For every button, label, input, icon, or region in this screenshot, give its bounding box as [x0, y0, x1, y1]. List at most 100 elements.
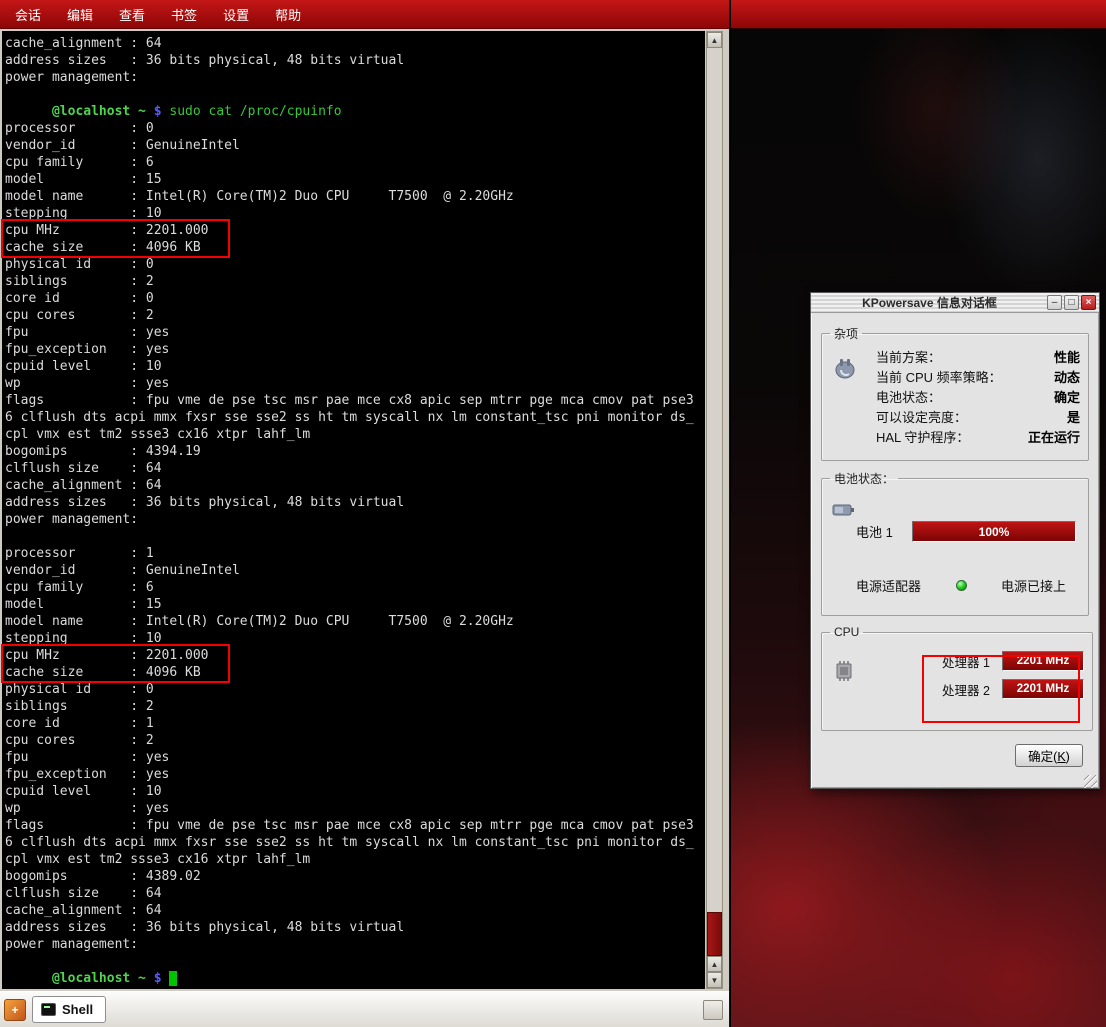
terminal-line: wp : yes: [5, 375, 705, 392]
kpowersave-dialog: KPowersave 信息对话框 – □ × 杂项 当前方案：性能当前 CPU …: [810, 292, 1100, 789]
tab-shell-label: Shell: [62, 1002, 93, 1017]
menu-item-settings[interactable]: 设置: [210, 0, 262, 28]
scroll-down-icon[interactable]: ▼: [707, 972, 722, 988]
terminal-line: processor : 0: [5, 120, 705, 137]
scroll-up-icon[interactable]: ▲: [707, 32, 722, 48]
processor-row: 处理器 12201 MHz: [942, 649, 1084, 673]
processor-frequency-bar: 2201 MHz: [1002, 651, 1084, 671]
terminal-line: cache size : 4096 KB: [5, 239, 705, 256]
tab-shell[interactable]: Shell: [32, 996, 106, 1023]
close-button[interactable]: ×: [1081, 295, 1096, 310]
kpowersave-icon: [832, 356, 858, 382]
terminal-line: cpuid level : 10: [5, 783, 705, 800]
terminal-line: clflush size : 64: [5, 885, 705, 902]
terminal-line: flags : fpu vme de pse tsc msr pae mce c…: [5, 817, 705, 834]
info-value: 正在运行: [1028, 428, 1080, 448]
terminal-line: cpu cores : 2: [5, 307, 705, 324]
terminal-menubar: 会话编辑查看书签设置帮助: [0, 0, 729, 29]
minimize-button[interactable]: –: [1047, 295, 1062, 310]
info-row: 电池状态：确定: [876, 388, 1080, 408]
group-cpu-legend: CPU: [830, 625, 863, 639]
terminal-frame: cache_alignment : 64address sizes : 36 b…: [0, 29, 729, 991]
menu-item-session[interactable]: 会话: [2, 0, 54, 28]
terminal-line: cpu family : 6: [5, 579, 705, 596]
scrollbar-track[interactable]: [707, 48, 722, 956]
scroll-up-icon-bottom[interactable]: ▲: [707, 956, 722, 972]
session-list-button[interactable]: [703, 1000, 723, 1020]
terminal-line: fpu_exception : yes: [5, 766, 705, 783]
maximize-button[interactable]: □: [1064, 295, 1079, 310]
new-session-button[interactable]: +: [4, 999, 26, 1021]
terminal-line: bogomips : 4394.19: [5, 443, 705, 460]
terminal-line: vendor_id : GenuineIntel: [5, 562, 705, 579]
terminal-line: vendor_id : GenuineIntel: [5, 137, 705, 154]
prompt-segment: [5, 971, 52, 986]
terminal-line: cache size : 4096 KB: [5, 664, 705, 681]
terminal-line: power management:: [5, 69, 705, 86]
group-miscellaneous: 杂项 当前方案：性能当前 CPU 频率策略：动态电池状态：确定可以设定亮度：是H…: [821, 325, 1089, 461]
dialog-titlebar[interactable]: KPowersave 信息对话框 – □ ×: [811, 293, 1099, 313]
info-value: 是: [1067, 408, 1080, 428]
terminal-line: fpu : yes: [5, 749, 705, 766]
info-value: 动态: [1054, 368, 1080, 388]
terminal-line: fpu : yes: [5, 324, 705, 341]
terminal-output[interactable]: cache_alignment : 64address sizes : 36 b…: [2, 31, 705, 989]
terminal-line: clflush size : 64: [5, 460, 705, 477]
info-value: 性能: [1054, 348, 1080, 368]
terminal-line: core id : 1: [5, 715, 705, 732]
terminal-line: [5, 953, 705, 970]
info-row: 当前 CPU 频率策略： 动态: [876, 368, 1080, 388]
terminal-line: 6 clflush dts acpi mmx fxsr sse sse2 ss …: [5, 834, 705, 851]
terminal-line: model name : Intel(R) Core(TM)2 Duo CPU …: [5, 613, 705, 630]
terminal-line: core id : 0: [5, 290, 705, 307]
resize-grip-icon[interactable]: [1084, 775, 1097, 788]
scrollbar-thumb[interactable]: [707, 912, 722, 956]
battery-label: 电池 1: [856, 522, 904, 541]
terminal-line: cpl vmx est tm2 ssse3 cx16 xtpr lahf_lm: [5, 851, 705, 868]
background-red-band: [731, 0, 1106, 29]
menu-item-help[interactable]: 帮助: [262, 0, 314, 28]
menu-item-bookmarks[interactable]: 书签: [158, 0, 210, 28]
terminal-scrollbar[interactable]: ▲ ▲ ▼: [706, 31, 723, 989]
processor-row: 处理器 22201 MHz: [942, 677, 1084, 701]
terminal-line: cpu family : 6: [5, 154, 705, 171]
battery-progressbar: 100%: [912, 521, 1076, 542]
terminal-window: 会话编辑查看书签设置帮助 cache_alignment : 64address…: [0, 0, 730, 1027]
terminal-line: cpu cores : 2: [5, 732, 705, 749]
terminal-line: processor : 1: [5, 545, 705, 562]
terminal-line: fpu_exception : yes: [5, 341, 705, 358]
info-row: HAL 守护程序：正在运行: [876, 428, 1080, 448]
prompt-segment: [146, 104, 154, 119]
group-battery: 电池状态： 电池 1 100% 电源适配器: [821, 470, 1089, 616]
terminal-line: cpl vmx est tm2 ssse3 cx16 xtpr lahf_lm: [5, 426, 705, 443]
plus-icon: +: [11, 1004, 18, 1016]
terminal-line: [5, 86, 705, 103]
terminal-line: bogomips : 4389.02: [5, 868, 705, 885]
terminal-line: power management:: [5, 936, 705, 953]
button-row: 确定(K): [819, 740, 1091, 767]
ac-adapter-status: 电源已接上: [1001, 576, 1066, 595]
dialog-body: 杂项 当前方案：性能当前 CPU 频率策略：动态电池状态：确定可以设定亮度：是H…: [811, 313, 1099, 790]
prompt-segment: $: [154, 971, 162, 986]
cpu-rows: 处理器 12201 MHz 处理器 22201 MHz: [942, 649, 1084, 701]
ok-button[interactable]: 确定(K): [1015, 744, 1083, 767]
terminal-line: flags : fpu vme de pse tsc msr pae mce c…: [5, 392, 705, 409]
terminal-line: @localhost ~ $: [5, 970, 705, 987]
menu-item-view[interactable]: 查看: [106, 0, 158, 28]
info-label: 可以设定亮度：: [876, 408, 967, 428]
terminal-line: @localhost ~ $ sudo cat /proc/cpuinfo: [5, 103, 705, 120]
terminal-line: physical id : 0: [5, 681, 705, 698]
prompt-segment: [162, 971, 170, 986]
terminal-line: 6 clflush dts acpi mmx fxsr sse sse2 ss …: [5, 409, 705, 426]
terminal-line: siblings : 2: [5, 698, 705, 715]
terminal-line: cache_alignment : 64: [5, 902, 705, 919]
info-row: 当前方案：性能: [876, 348, 1080, 368]
terminal-icon: [41, 1003, 56, 1016]
terminal-line: model name : Intel(R) Core(TM)2 Duo CPU …: [5, 188, 705, 205]
menu-item-edit[interactable]: 编辑: [54, 0, 106, 28]
terminal-line: cpu MHz : 2201.000: [5, 647, 705, 664]
screen: 会话编辑查看书签设置帮助 cache_alignment : 64address…: [0, 0, 1106, 1027]
info-label: 当前 CPU 频率策略：: [876, 368, 1002, 388]
terminal-line: model : 15: [5, 171, 705, 188]
terminal-line: power management:: [5, 511, 705, 528]
